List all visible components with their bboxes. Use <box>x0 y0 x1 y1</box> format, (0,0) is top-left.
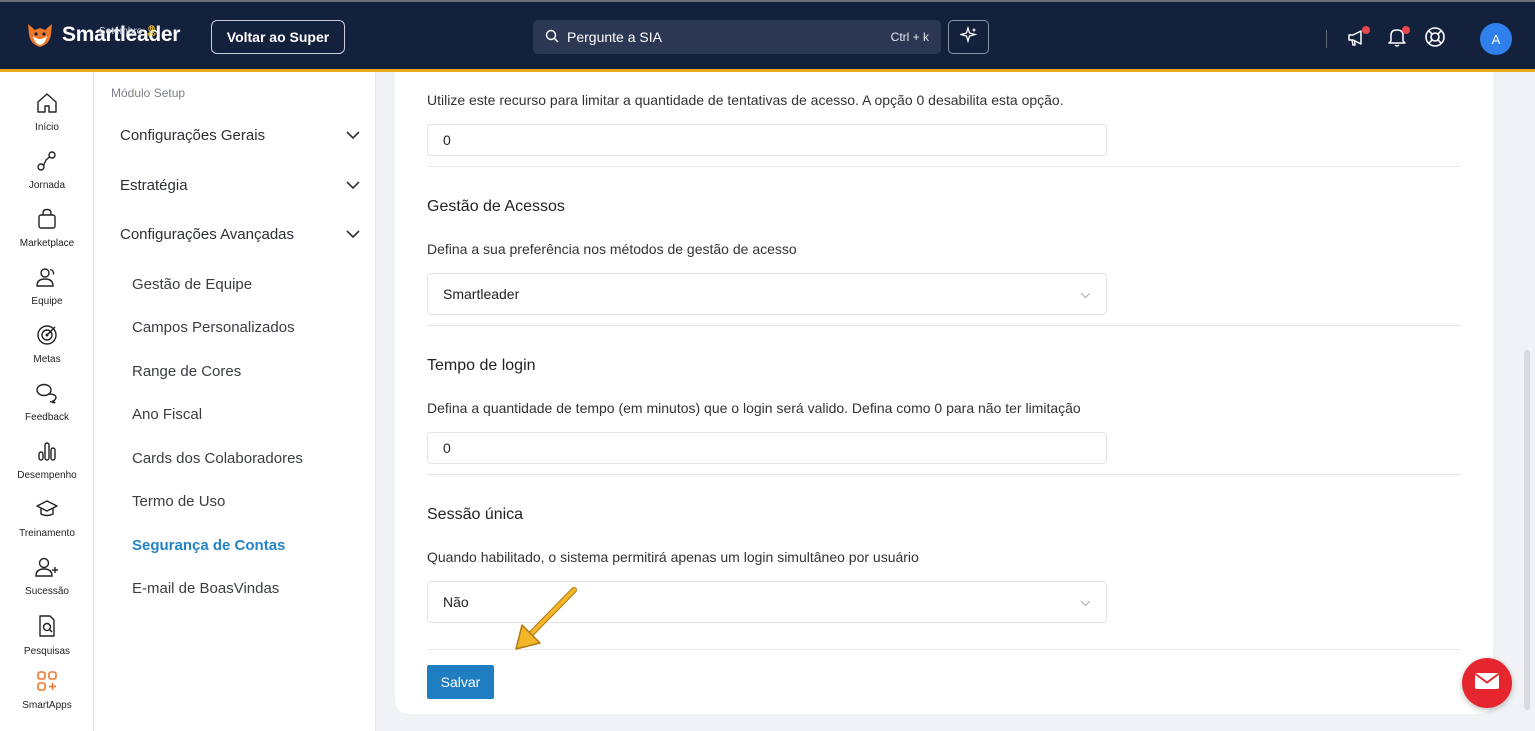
team-icon <box>35 266 59 293</box>
login-time-description: Defina a quantidade de tempo (em minutos… <box>427 400 1081 416</box>
nav-item-equipe[interactable]: Equipe <box>0 266 94 307</box>
submenu-group-configuracoes-avancadas[interactable]: Configurações Avançadas <box>120 226 360 243</box>
nav-label: Início <box>35 122 59 133</box>
nav-item-desempenho[interactable]: Desempenho <box>0 440 94 481</box>
contact-chat-button[interactable] <box>1462 658 1512 708</box>
user-avatar[interactable]: A <box>1480 23 1512 55</box>
nav-label: Marketplace <box>19 238 75 249</box>
single-session-description: Quando habilitado, o sistema permitirá a… <box>427 549 919 565</box>
attempts-value: 0 <box>443 132 451 148</box>
nav-label: Jornada <box>28 180 66 191</box>
access-mgmt-select[interactable]: Smartleader <box>427 273 1107 315</box>
login-time-input[interactable]: 0 <box>427 432 1107 464</box>
apps-grid-icon <box>36 670 58 697</box>
nav-label: Pesquisas <box>23 646 71 657</box>
chevron-down-icon <box>346 127 360 144</box>
route-icon <box>36 150 58 177</box>
nav-label: Desempenho <box>17 470 77 481</box>
nav-item-metas[interactable]: Metas <box>0 324 94 365</box>
attempts-input[interactable]: 0 <box>427 124 1107 156</box>
nav-item-treinamento[interactable]: Treinamento <box>0 498 94 539</box>
submenu-group-label: Estratégia <box>120 177 188 194</box>
nav-item-jornada[interactable]: Jornada <box>0 150 94 191</box>
section-divider <box>427 166 1461 167</box>
ribbon-icon: 🎗︎ <box>145 26 158 37</box>
submenu-item-seguranca-de-contas[interactable]: Segurança de Contas <box>132 537 285 554</box>
help-lifebuoy-icon <box>1424 26 1446 53</box>
nav-item-pesquisas[interactable]: Pesquisas <box>0 614 94 657</box>
envelope-icon <box>1474 672 1500 695</box>
help-button[interactable] <box>1422 26 1448 52</box>
submenu-item-range-de-cores[interactable]: Range de Cores <box>132 363 241 380</box>
chat-bubbles-icon <box>35 382 59 409</box>
login-time-value: 0 <box>443 440 451 456</box>
nav-item-sucessao[interactable]: Sucessão <box>0 556 94 597</box>
main-icon-nav: Início Jornada Marketplace Equipe Metas … <box>0 72 94 731</box>
submenu-heading: Módulo Setup <box>111 86 186 100</box>
section-divider <box>427 649 1461 650</box>
submenu-group-estrategia[interactable]: Estratégia <box>120 177 360 194</box>
pointer-arrow-icon <box>510 585 580 658</box>
toolbar-divider <box>1326 30 1327 48</box>
brand-subtitle: Setembro 🎗︎ <box>99 26 158 37</box>
graduation-cap-icon <box>35 498 59 525</box>
save-button[interactable]: Salvar <box>427 665 494 699</box>
nav-item-feedback[interactable]: Feedback <box>0 382 94 423</box>
search-icon <box>545 29 567 46</box>
nav-label: SmartApps <box>22 700 72 711</box>
access-mgmt-title: Gestão de Acessos <box>427 198 565 215</box>
access-mgmt-value: Smartleader <box>443 286 520 302</box>
notifications-button[interactable] <box>1384 26 1410 52</box>
shopping-bag-icon <box>36 208 58 235</box>
chevron-down-icon <box>1080 286 1091 302</box>
single-session-title: Sessão única <box>427 506 524 523</box>
submenu-group-configuracoes-gerais[interactable]: Configurações Gerais <box>120 127 360 144</box>
submenu-item-termo-de-uso[interactable]: Termo de Uso <box>132 493 225 510</box>
nav-item-marketplace[interactable]: Marketplace <box>0 208 94 249</box>
chevron-down-icon <box>346 177 360 194</box>
back-to-super-button[interactable]: Voltar ao Super <box>211 20 345 54</box>
submenu-group-label: Configurações Gerais <box>120 127 266 144</box>
announcements-button[interactable] <box>1344 26 1370 52</box>
home-icon <box>35 92 59 119</box>
section-divider <box>427 474 1461 475</box>
nav-label: Equipe <box>31 296 63 307</box>
search-placeholder: Pergunte a SIA <box>567 29 662 45</box>
chevron-down-icon <box>1080 594 1091 610</box>
submenu-item-campos-personalizados[interactable]: Campos Personalizados <box>132 319 295 336</box>
access-mgmt-description: Defina a sua preferência nos métodos de … <box>427 241 797 257</box>
nav-item-smartapps[interactable]: SmartApps <box>0 670 94 711</box>
submenu-item-gestao-de-equipe[interactable]: Gestão de Equipe <box>132 276 252 293</box>
nav-item-inicio[interactable]: Início <box>0 92 94 133</box>
notification-dot <box>1362 26 1370 34</box>
submenu-group-label: Configurações Avançadas <box>120 226 295 243</box>
chevron-down-icon <box>346 226 360 243</box>
section-divider <box>427 325 1461 326</box>
nav-label: Metas <box>33 354 61 365</box>
bar-chart-icon <box>36 440 58 467</box>
document-search-icon <box>36 614 58 643</box>
submenu-item-email-de-boasvindas[interactable]: E-mail de BoasVindas <box>132 580 279 597</box>
ai-assistant-button[interactable] <box>948 20 989 54</box>
top-bar: Smartleader Setembro 🎗︎ Voltar ao Super … <box>0 0 1535 72</box>
single-session-value: Não <box>443 594 469 610</box>
notification-dot <box>1402 26 1410 34</box>
sparkle-ai-icon <box>958 25 978 49</box>
login-time-title: Tempo de login <box>427 357 536 374</box>
submenu-item-ano-fiscal[interactable]: Ano Fiscal <box>132 406 202 423</box>
nav-label: Feedback <box>25 412 69 423</box>
target-icon <box>36 324 58 351</box>
nav-label: Treinamento <box>19 528 75 539</box>
submenu-item-cards-dos-colaboradores[interactable]: Cards dos Colaboradores <box>132 450 303 467</box>
page-scrollbar[interactable] <box>1524 350 1530 710</box>
attempts-description: Utilize este recurso para limitar a quan… <box>427 92 1064 108</box>
search-shortcut: Ctrl + k <box>890 30 929 44</box>
fox-logo-icon <box>24 20 56 50</box>
sia-search-bar[interactable]: Pergunte a SIA Ctrl + k <box>533 20 941 54</box>
nav-label: Sucessão <box>25 586 69 597</box>
user-plus-icon <box>34 556 60 583</box>
setup-submenu: Módulo Setup Configurações Gerais Estrat… <box>95 72 376 731</box>
